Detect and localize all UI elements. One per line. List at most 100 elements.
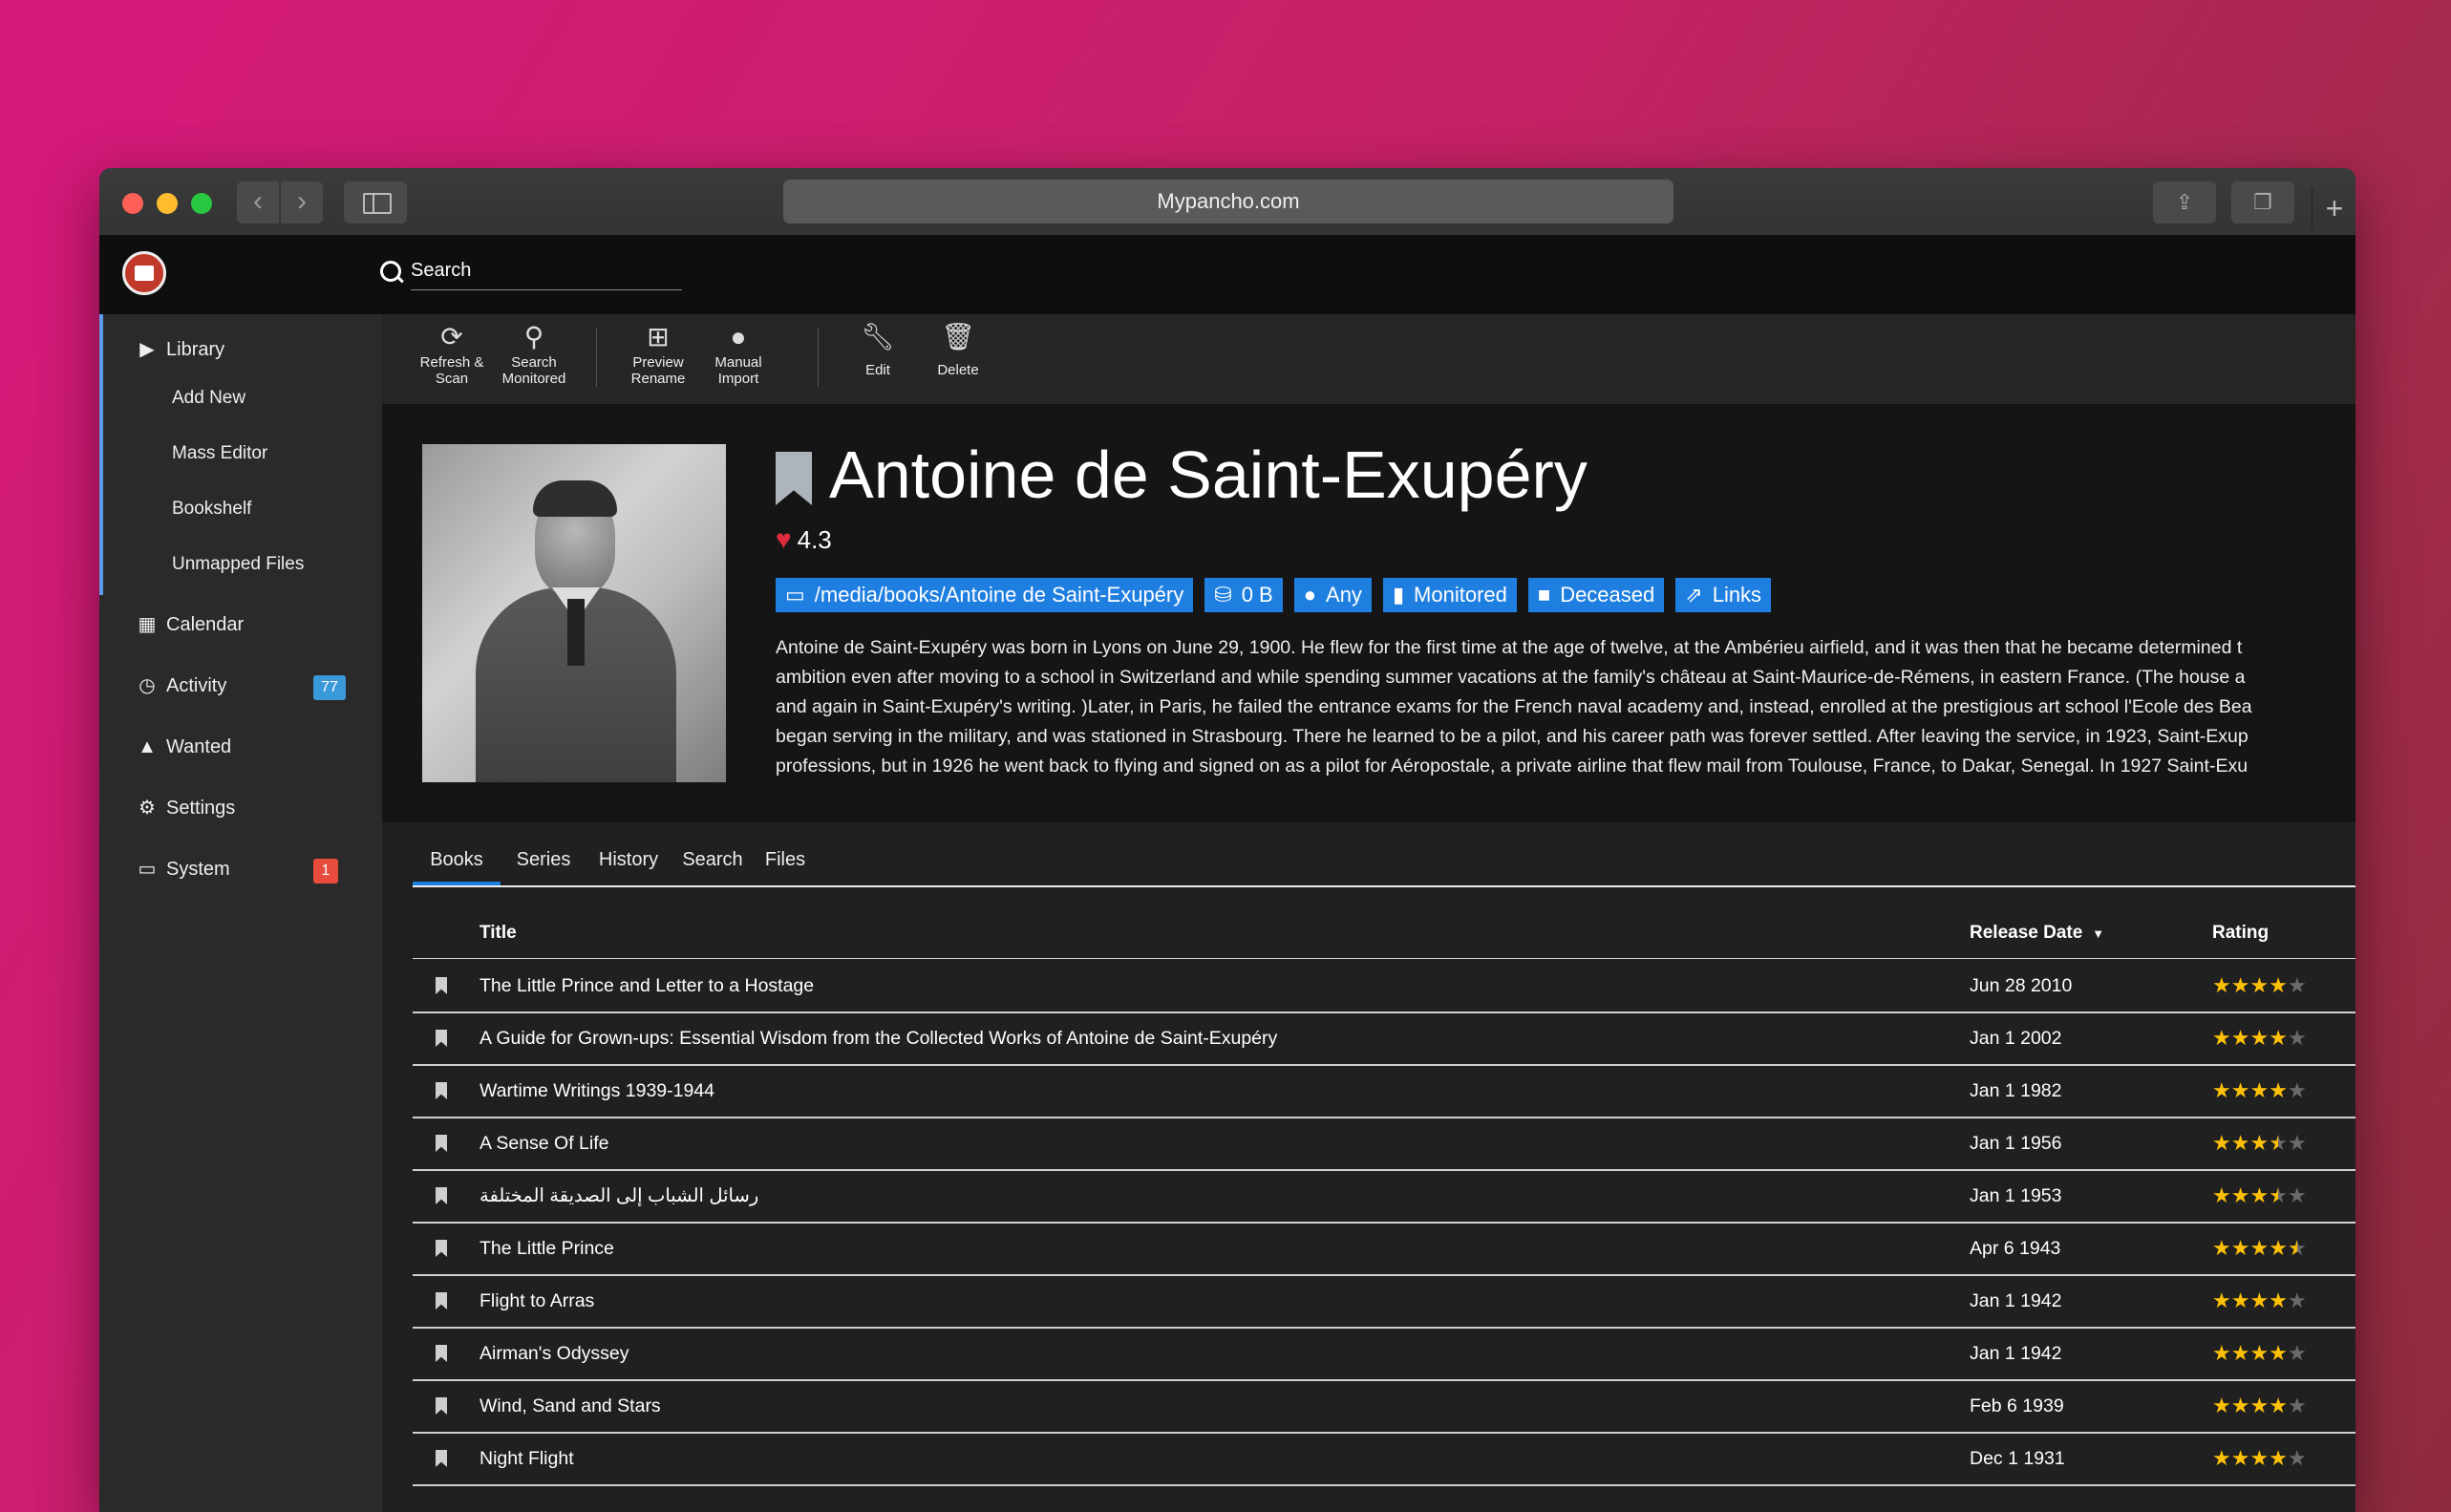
- tabs-divider: [413, 885, 2355, 887]
- heart-icon: ♥: [776, 524, 792, 554]
- bookmark-icon[interactable]: [436, 1187, 447, 1204]
- tab-history[interactable]: History: [588, 838, 669, 882]
- bookmark-icon[interactable]: [436, 1240, 447, 1257]
- star-icon: ★: [2230, 973, 2250, 997]
- new-tab-button[interactable]: +: [2312, 187, 2355, 229]
- tab-search[interactable]: Search: [676, 838, 749, 882]
- author-content: Books Series History Search Files Title …: [382, 822, 2355, 1512]
- star-icon: ★: [2230, 1236, 2250, 1260]
- manual-import-button[interactable]: ● Manual Import: [697, 320, 779, 387]
- table-row[interactable]: A Guide for Grown-ups: Essential Wisdom …: [413, 1012, 2355, 1066]
- star-rating: ★★★★★: [2212, 1118, 2307, 1169]
- column-title[interactable]: Title: [480, 908, 517, 958]
- star-rating: ★★★★★: [2212, 1380, 2307, 1432]
- address-bar[interactable]: Mypancho.com: [783, 180, 1673, 224]
- folder-icon: ▭: [785, 583, 805, 607]
- bookmark-icon[interactable]: [436, 1030, 447, 1047]
- search-monitored-button[interactable]: ⚲ Search Monitored: [493, 320, 575, 387]
- minimize-window-button[interactable]: [157, 193, 178, 214]
- book-title-link[interactable]: A Guide for Grown-ups: Essential Wisdom …: [480, 1012, 1277, 1064]
- table-row[interactable]: Wartime Writings 1939-1944 Jan 1 1982 ★★★★…: [413, 1065, 2355, 1118]
- sidebar-toggle-button[interactable]: [344, 181, 407, 224]
- sidebar-item-calendar[interactable]: ▦ Calendar: [99, 601, 382, 649]
- close-window-button[interactable]: [122, 193, 143, 214]
- author-header: Antoine de Saint-Exupéry ♥ 4.3 ▭/media/bo…: [382, 404, 2355, 822]
- sidebar-item-system[interactable]: ▭ System 1: [99, 845, 382, 893]
- star-rating: ★★★★★: [2212, 1223, 2307, 1274]
- book-title-link[interactable]: Wind, Sand and Stars: [480, 1380, 661, 1432]
- table-row[interactable]: رسائل الشباب إلى الصديقة المختلفة Jan 1 1…: [413, 1170, 2355, 1224]
- wrench-icon: 🔧︎: [861, 322, 895, 351]
- star-icon: ★: [2287, 1446, 2307, 1470]
- search-input[interactable]: [411, 251, 682, 290]
- star-icon: ★: [2249, 1288, 2270, 1312]
- search-icon: [380, 261, 401, 282]
- tab-files[interactable]: Files: [757, 838, 814, 882]
- star-icon: ★: [2249, 1026, 2270, 1050]
- table-row[interactable]: A Sense Of Life Jan 1 1956 ★★★★★: [413, 1118, 2355, 1171]
- bookmark-icon[interactable]: [436, 1450, 447, 1467]
- book-title-link[interactable]: A Sense Of Life: [480, 1118, 609, 1169]
- tabs-icon: ❐: [2253, 190, 2272, 214]
- star-icon: ★: [2269, 1236, 2288, 1260]
- bookmark-icon[interactable]: [436, 977, 447, 994]
- sidebar-item-mass-editor[interactable]: Mass Editor: [99, 433, 382, 475]
- book-title-link[interactable]: The Little Prince and Letter to a Hostag…: [480, 960, 814, 1012]
- sidebar-item-add-new[interactable]: Add New: [99, 377, 382, 419]
- tabs-overview-button[interactable]: ❐: [2231, 181, 2294, 224]
- bookmark-icon[interactable]: [436, 1397, 447, 1415]
- star-icon: ★: [2249, 1131, 2270, 1155]
- links-label[interactable]: ⇗ Links: [1675, 578, 1772, 612]
- edit-button[interactable]: 🔧︎ Edit: [837, 320, 919, 378]
- sidebar-item-activity[interactable]: ◷ Activity 77: [99, 662, 382, 710]
- play-icon: ▶: [139, 339, 155, 360]
- sitemap-icon: ⊞: [647, 322, 670, 351]
- book-title-link[interactable]: The Little Prince: [480, 1223, 614, 1274]
- table-row[interactable]: Wind, Sand and Stars Feb 6 1939 ★★★★★: [413, 1380, 2355, 1434]
- share-icon: ⇪: [2175, 190, 2194, 214]
- tab-series[interactable]: Series: [508, 838, 579, 882]
- app-logo[interactable]: [122, 251, 166, 295]
- star-icon: ★: [2287, 1183, 2307, 1207]
- plus-icon: +: [2325, 191, 2344, 225]
- column-release-date[interactable]: Release Date ▼: [1970, 908, 2104, 959]
- star-icon: ★: [2269, 1394, 2288, 1417]
- star-icon: ★: [2269, 1026, 2288, 1050]
- delete-button[interactable]: 🗑︎ Delete: [917, 320, 999, 378]
- bookmark-icon[interactable]: [436, 1292, 447, 1310]
- book-title-link[interactable]: Airman's Odyssey: [480, 1328, 629, 1379]
- app: ▶ Library Add New Mass Editor Bookshelf …: [99, 236, 2355, 1512]
- forward-button[interactable]: ›: [281, 181, 323, 224]
- system-badge: 1: [313, 859, 338, 884]
- share-button[interactable]: ⇪: [2153, 181, 2216, 224]
- bookmark-icon[interactable]: [436, 1082, 447, 1099]
- star-icon: ★: [2269, 1446, 2288, 1470]
- table-row[interactable]: The Little Prince and Letter to a Hostag…: [413, 960, 2355, 1013]
- maximize-window-button[interactable]: [191, 193, 212, 214]
- book-title-link[interactable]: رسائل الشباب إلى الصديقة المختلفة: [480, 1170, 758, 1222]
- back-button[interactable]: ‹: [237, 181, 279, 224]
- bookmark-icon[interactable]: [436, 1345, 447, 1362]
- column-rating[interactable]: Rating: [2212, 908, 2269, 958]
- warning-icon: ▲: [138, 736, 157, 757]
- sidebar-item-unmapped-files[interactable]: Unmapped Files: [99, 543, 382, 586]
- table-row[interactable]: The Little Prince Apr 6 1943 ★★★★★: [413, 1223, 2355, 1276]
- book-title-link[interactable]: Night Flight: [480, 1433, 574, 1484]
- preview-rename-button[interactable]: ⊞ Preview Rename: [617, 320, 699, 387]
- book-title-link[interactable]: Flight to Arras: [480, 1275, 594, 1327]
- sidebar-item-bookshelf[interactable]: Bookshelf: [99, 488, 382, 530]
- sort-desc-icon: ▼: [2092, 926, 2105, 941]
- tab-books[interactable]: Books: [413, 838, 501, 885]
- book-title-link[interactable]: Wartime Writings 1939-1944: [480, 1065, 714, 1117]
- monitor-toggle-bookmark-icon[interactable]: [776, 452, 812, 505]
- table-row[interactable]: Night Flight Dec 1 1931 ★★★★★: [413, 1433, 2355, 1486]
- table-row[interactable]: Airman's Odyssey Jan 1 1942 ★★★★★: [413, 1328, 2355, 1381]
- refresh-scan-button[interactable]: ⟳ Refresh & Scan: [411, 320, 493, 387]
- bookmark-icon[interactable]: [436, 1135, 447, 1152]
- sidebar-item-wanted[interactable]: ▲ Wanted: [99, 723, 382, 771]
- sidebar-item-settings[interactable]: ⚙ Settings: [99, 784, 382, 832]
- table-row[interactable]: Flight to Arras Jan 1 1942 ★★★★★: [413, 1275, 2355, 1329]
- star-icon: ★: [2212, 1446, 2231, 1470]
- release-date: Feb 6 1939: [1970, 1395, 2064, 1416]
- sidebar-item-library[interactable]: ▶ Library: [99, 326, 382, 373]
